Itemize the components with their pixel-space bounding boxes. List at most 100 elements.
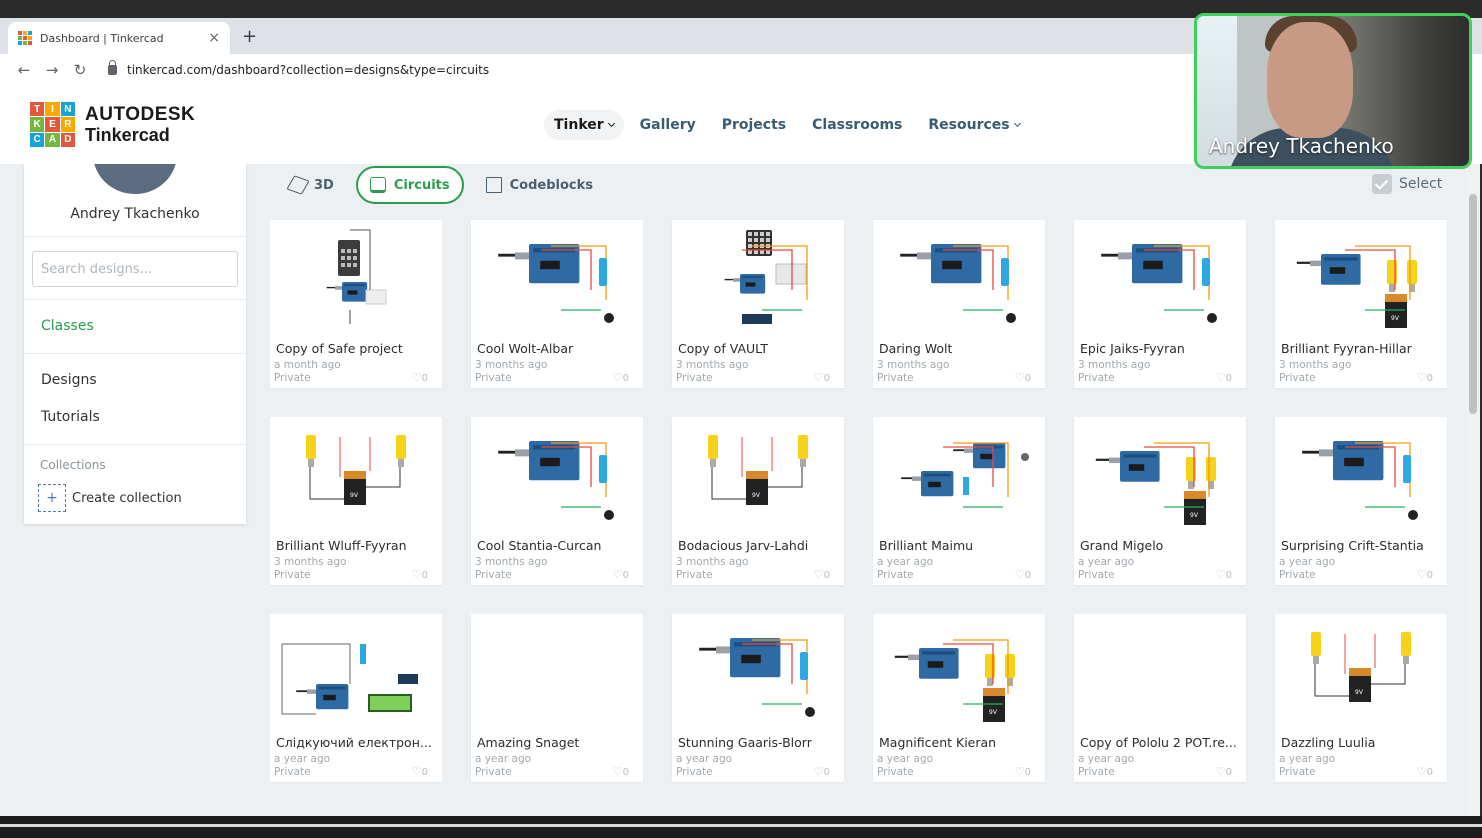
design-card[interactable]: Daring Wolt 3 months ago Private ♡0 (873, 220, 1045, 388)
sidebar-item-classes[interactable]: Classes (41, 318, 94, 334)
design-title[interactable]: Brilliant Wluff-Fyyran (276, 538, 436, 553)
sidebar-item-tutorials[interactable]: Tutorials (41, 409, 100, 425)
reload-button[interactable]: ↻ (66, 61, 94, 79)
circuit-thumbnail[interactable] (270, 220, 442, 338)
design-card[interactable]: Copy of Pololu 2 POT.re... a year ago Priv… (1074, 614, 1246, 782)
browser-tab[interactable]: Dashboard | Tinkercad × (8, 22, 230, 54)
circuit-thumbnail[interactable] (1074, 614, 1246, 732)
address-bar[interactable]: tinkercad.com/dashboard?collection=desig… (108, 60, 489, 77)
nav-gallery[interactable]: Gallery (630, 110, 706, 140)
new-tab-button[interactable]: + (242, 26, 257, 47)
likes-count[interactable]: ♡0 (613, 765, 629, 778)
likes-count[interactable]: ♡0 (1216, 765, 1232, 778)
likes-count[interactable]: ♡0 (814, 568, 830, 581)
design-card[interactable]: 9V Grand Migelo a year ago Private ♡0 (1074, 417, 1246, 585)
design-title[interactable]: Слідкуючий електрон... (276, 735, 436, 750)
close-tab-icon[interactable]: × (208, 30, 220, 46)
back-button[interactable]: ← (10, 61, 38, 79)
likes-count[interactable]: ♡0 (814, 371, 830, 384)
circuit-thumbnail[interactable] (873, 220, 1045, 338)
tab-circuits[interactable]: Circuits (355, 166, 464, 204)
nav-resources[interactable]: Resources (918, 110, 1029, 140)
tab-3d[interactable]: 3D (276, 166, 348, 204)
likes-count[interactable]: ♡0 (1216, 371, 1232, 384)
likes-count[interactable]: ♡0 (1417, 568, 1433, 581)
design-title[interactable]: Cool Stantia-Curcan (477, 538, 637, 553)
likes-count[interactable]: ♡0 (1216, 568, 1232, 581)
design-title[interactable]: Stunning Gaaris-Blorr (678, 735, 838, 750)
design-title[interactable]: Daring Wolt (879, 341, 1039, 356)
design-title[interactable]: Grand Migelo (1080, 538, 1240, 553)
circuit-thumbnail[interactable] (1275, 417, 1447, 535)
nav-tinker[interactable]: Tinker (544, 110, 624, 140)
checkbox-icon[interactable] (1372, 174, 1392, 194)
design-card[interactable]: Epic Jaiks-Fyyran 3 months ago Private ♡0 (1074, 220, 1246, 388)
circuit-thumbnail[interactable]: 9V (1275, 614, 1447, 732)
nav-projects[interactable]: Projects (712, 110, 796, 140)
tinkercad-logo[interactable]: TINKERCAD AUTODESK Tinkercad (30, 102, 195, 147)
likes-count[interactable]: ♡0 (814, 765, 830, 778)
design-time: a year ago (1279, 556, 1336, 568)
design-title[interactable]: Copy of VAULT (678, 341, 838, 356)
design-card[interactable]: Слідкуючий електрон... a year ago Private ♡… (270, 614, 442, 782)
design-title[interactable]: Cool Wolt-Albar (477, 341, 637, 356)
circuit-thumbnail[interactable] (471, 614, 643, 732)
design-card[interactable]: 9V Bodacious Jarv-Lahdi 3 months ago Privat… (672, 417, 844, 585)
tab-codeblocks[interactable]: Codeblocks (472, 166, 607, 204)
design-title[interactable]: Dazzling Luulia (1281, 735, 1441, 750)
circuit-thumbnail[interactable]: 9V (270, 417, 442, 535)
likes-count[interactable]: ♡0 (613, 568, 629, 581)
likes-count[interactable]: ♡0 (1417, 765, 1433, 778)
circuit-thumbnail[interactable]: 9V (672, 417, 844, 535)
design-title[interactable]: Copy of Safe project (276, 341, 436, 356)
design-title[interactable]: Surprising Crift-Stantia (1281, 538, 1441, 553)
circuit-thumbnail[interactable] (471, 417, 643, 535)
sidebar-username[interactable]: Andrey Tkachenko (24, 206, 246, 222)
design-title[interactable]: Magnificent Kieran (879, 735, 1039, 750)
create-collection-button[interactable]: + Create collection (38, 484, 182, 512)
design-title[interactable]: Bodacious Jarv-Lahdi (678, 538, 838, 553)
circuit-thumbnail[interactable] (1074, 220, 1246, 338)
avatar[interactable] (93, 164, 177, 194)
design-card[interactable]: Brilliant Maimu a year ago Private ♡0 (873, 417, 1045, 585)
likes-count[interactable]: ♡0 (412, 568, 428, 581)
design-title[interactable]: Amazing Snaget (477, 735, 637, 750)
circuit-thumbnail[interactable]: 9V (873, 614, 1045, 732)
search-designs-input[interactable] (32, 251, 238, 287)
design-title[interactable]: Epic Jaiks-Fyyran (1080, 341, 1240, 356)
design-card[interactable]: 9V Magnificent Kieran a year ago Private ♡0 (873, 614, 1045, 782)
likes-count[interactable]: ♡0 (1015, 568, 1031, 581)
design-card[interactable]: Amazing Snaget a year ago Private ♡0 (471, 614, 643, 782)
likes-count[interactable]: ♡0 (1015, 765, 1031, 778)
design-card[interactable]: Stunning Gaaris-Blorr a year ago Private ♡0 (672, 614, 844, 782)
design-card[interactable]: Cool Wolt-Albar 3 months ago Private ♡0 (471, 220, 643, 388)
circuit-thumbnail[interactable] (270, 614, 442, 732)
design-title[interactable]: Brilliant Fyyran-Hillar (1281, 341, 1441, 356)
circuit-thumbnail[interactable] (471, 220, 643, 338)
design-card[interactable]: 9V Brilliant Fyyran-Hillar 3 months ago Pri… (1275, 220, 1447, 388)
likes-count[interactable]: ♡0 (613, 371, 629, 384)
circuit-thumbnail[interactable]: 9V (1074, 417, 1246, 535)
likes-count[interactable]: ♡0 (1417, 371, 1433, 384)
sidebar-item-designs[interactable]: Designs (41, 372, 97, 388)
select-toggle[interactable]: Select (1372, 174, 1442, 194)
design-card[interactable]: 9V Dazzling Luulia a year ago Private ♡0 (1275, 614, 1447, 782)
design-card[interactable]: Cool Stantia-Curcan 3 months ago Private ♡0 (471, 417, 643, 585)
design-card[interactable]: Surprising Crift-Stantia a year ago Privat… (1275, 417, 1447, 585)
likes-count[interactable]: ♡0 (1015, 371, 1031, 384)
circuit-thumbnail[interactable] (672, 614, 844, 732)
nav-classrooms[interactable]: Classrooms (802, 110, 912, 140)
likes-count[interactable]: ♡0 (412, 765, 428, 778)
design-card[interactable]: Copy of Safe project a month ago Private ♡0 (270, 220, 442, 388)
design-card[interactable]: 9V Brilliant Wluff-Fyyran 3 months ago Priv… (270, 417, 442, 585)
design-title[interactable]: Brilliant Maimu (879, 538, 1039, 553)
forward-button[interactable]: → (38, 61, 66, 79)
page-scrollbar[interactable] (1466, 164, 1480, 816)
circuit-thumbnail[interactable] (672, 220, 844, 338)
design-card[interactable]: Copy of VAULT 3 months ago Private ♡0 (672, 220, 844, 388)
design-title[interactable]: Copy of Pololu 2 POT.re... (1080, 735, 1240, 750)
circuit-thumbnail[interactable]: 9V (1275, 220, 1447, 338)
likes-count[interactable]: ♡0 (412, 371, 428, 384)
circuit-thumbnail[interactable] (873, 417, 1045, 535)
scrollbar-thumb[interactable] (1469, 194, 1477, 414)
